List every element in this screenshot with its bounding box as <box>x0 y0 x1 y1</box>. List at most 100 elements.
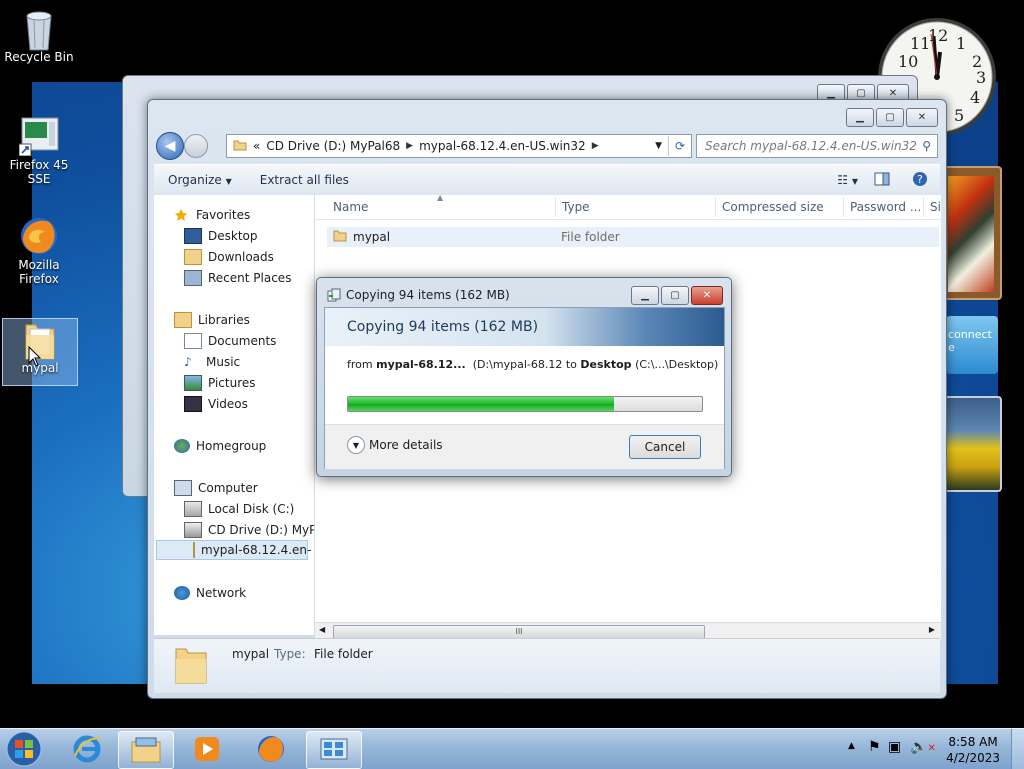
show-hidden-icons-chevron[interactable]: ▲ <box>848 741 855 751</box>
start-button[interactable] <box>4 730 44 768</box>
from-name[interactable]: mypal-68.12... <box>376 358 466 371</box>
recycle-bin-icon[interactable]: Recycle Bin <box>2 8 76 64</box>
nav-recent-places[interactable]: Recent Places <box>184 268 291 288</box>
taskbar-internet-explorer[interactable] <box>60 731 114 767</box>
column-header-name[interactable]: Name <box>333 200 368 214</box>
nav-local-disk[interactable]: Local Disk (C:) <box>184 499 294 519</box>
puzzle-gadget[interactable] <box>940 166 1002 300</box>
search-box[interactable]: Search mypal-68.12.4.en-US.win32 ⚲ <box>696 134 938 158</box>
network-status-icon[interactable]: ▣ <box>888 739 901 755</box>
scroll-right-icon[interactable]: ▶ <box>929 625 935 634</box>
taskbar-windows-explorer[interactable] <box>118 731 174 769</box>
refresh-icon[interactable]: ⟳ <box>668 136 691 156</box>
address-dropdown-icon[interactable]: ▼ <box>649 141 668 151</box>
view-options-icon[interactable]: ☷ ▼ <box>831 173 864 187</box>
nav-mypal-folder[interactable]: mypal-68.12.4.en- <box>156 540 312 560</box>
organize-menu[interactable]: Organize ▼ <box>154 173 246 187</box>
cancel-button[interactable]: Cancel <box>629 435 701 459</box>
recent-places-icon <box>184 270 202 286</box>
nav-videos[interactable]: Videos <box>184 394 248 414</box>
column-header-compressed-size[interactable]: Compressed size <box>722 200 824 214</box>
close-button[interactable]: ✕ <box>906 108 938 127</box>
help-icon[interactable]: ? <box>900 171 940 190</box>
column-header-type[interactable]: Type <box>562 200 590 214</box>
taskbar-media-player[interactable] <box>180 731 234 767</box>
column-divider[interactable] <box>923 197 924 217</box>
nav-pictures[interactable]: Pictures <box>184 373 256 393</box>
nav-libraries-label: Libraries <box>198 313 250 327</box>
nav-downloads[interactable]: Downloads <box>184 247 274 267</box>
nav-libraries[interactable]: Libraries <box>174 310 250 330</box>
clock-number-12: 12 <box>928 26 949 45</box>
copy-dialog-footer: ▼ More details Cancel <box>325 424 724 469</box>
taskbar-firefox[interactable] <box>244 731 298 767</box>
sort-ascending-icon: ▲ <box>437 193 444 202</box>
mouse-cursor-icon <box>28 346 42 367</box>
preview-pane-icon[interactable] <box>864 172 900 189</box>
scroll-left-icon[interactable]: ◀ <box>319 625 325 634</box>
videos-icon <box>184 396 202 412</box>
dialog-maximize-button[interactable]: ▢ <box>661 286 689 305</box>
column-divider[interactable] <box>843 197 844 217</box>
nav-favorites[interactable]: Favorites <box>174 205 250 225</box>
nav-pictures-label: Pictures <box>208 376 256 390</box>
address-overflow-chevron[interactable]: « <box>253 139 260 153</box>
show-desktop-button[interactable] <box>1011 729 1024 769</box>
column-divider[interactable] <box>555 197 556 217</box>
search-icon[interactable]: ⚲ <box>922 139 937 153</box>
action-center-flag-icon[interactable]: ⚑ <box>868 739 881 755</box>
folder-icon <box>333 229 347 245</box>
copy-progress-dialog[interactable]: Copying 94 items (162 MB) ▁ ▢ ✕ Copying … <box>316 277 732 477</box>
volume-muted-icon[interactable]: 🔈✕ <box>910 739 936 755</box>
dialog-minimize-button[interactable]: ▁ <box>631 286 659 305</box>
more-details-toggle[interactable]: ▼ More details <box>347 436 443 454</box>
back-button[interactable]: ◀ <box>156 132 184 160</box>
breadcrumb-mypal-folder[interactable]: mypal-68.12.4.en-US.win32 <box>413 139 592 153</box>
breadcrumb-separator-icon[interactable]: ▶ <box>592 141 599 151</box>
details-type-label: Type: <box>274 647 306 661</box>
table-row[interactable]: mypal File folder <box>327 227 939 247</box>
nav-homegroup-label: Homegroup <box>196 439 267 453</box>
taskbar-file-copy-dialog[interactable] <box>306 731 362 769</box>
nav-homegroup[interactable]: Homegroup <box>174 436 266 456</box>
nav-network[interactable]: Network <box>174 583 246 603</box>
search-input[interactable]: Search mypal-68.12.4.en-US.win32 <box>697 139 922 153</box>
connect-gadget[interactable]: connect e <box>946 316 998 374</box>
column-header-password[interactable]: Password ... <box>850 200 921 214</box>
scrollbar-thumb[interactable]: III <box>333 625 705 639</box>
command-bar: Organize ▼ Extract all files ☷ ▼ ? <box>154 164 940 196</box>
breadcrumb-cd-drive[interactable]: CD Drive (D:) MyPal68 <box>260 139 406 153</box>
scroll-grip: III <box>515 627 523 636</box>
maximize-button[interactable]: ▢ <box>876 108 904 127</box>
minimize-button[interactable]: ▁ <box>846 108 874 127</box>
nav-mypal-folder-label: mypal-68.12.4.en- <box>201 543 312 557</box>
forward-button[interactable] <box>184 134 208 158</box>
copy-dialog-title: Copying 94 items (162 MB) <box>346 288 510 302</box>
clock-number-10: 10 <box>898 52 919 71</box>
details-folder-icon <box>174 643 210 690</box>
nav-music-label: Music <box>206 355 241 369</box>
row-name: mypal <box>353 230 391 244</box>
nav-documents[interactable]: Documents <box>184 331 276 351</box>
extract-all-files-button[interactable]: Extract all files <box>246 173 363 187</box>
nav-desktop[interactable]: Desktop <box>184 226 258 246</box>
pictures-icon <box>184 375 202 391</box>
clock-number-4: 4 <box>970 88 981 107</box>
slideshow-gadget[interactable] <box>944 396 1002 492</box>
breadcrumb-separator-icon[interactable]: ▶ <box>406 141 413 151</box>
column-divider[interactable] <box>715 197 716 217</box>
clock[interactable]: 8:58 AM 4/2/2023 <box>946 734 1000 766</box>
music-icon: ♪ <box>184 355 192 369</box>
nav-cd-drive[interactable]: CD Drive (D:) MyPal6 <box>184 520 314 540</box>
column-header-size[interactable]: Si <box>930 200 941 214</box>
to-name[interactable]: Desktop <box>580 358 631 371</box>
cd-drive-icon <box>184 522 202 538</box>
nav-music[interactable]: ♪ Music <box>184 352 240 372</box>
nav-computer[interactable]: Computer <box>174 478 258 498</box>
clock-number-1: 1 <box>956 34 967 53</box>
mozilla-firefox-shortcut[interactable]: Mozilla Firefox <box>2 216 76 286</box>
firefox-45-sse-shortcut[interactable]: Firefox 45 SSE <box>2 116 76 186</box>
address-bar[interactable]: « CD Drive (D:) MyPal68 ▶ mypal-68.12.4.… <box>226 134 692 158</box>
dialog-close-button[interactable]: ✕ <box>691 286 723 305</box>
details-name: mypal <box>232 647 270 661</box>
